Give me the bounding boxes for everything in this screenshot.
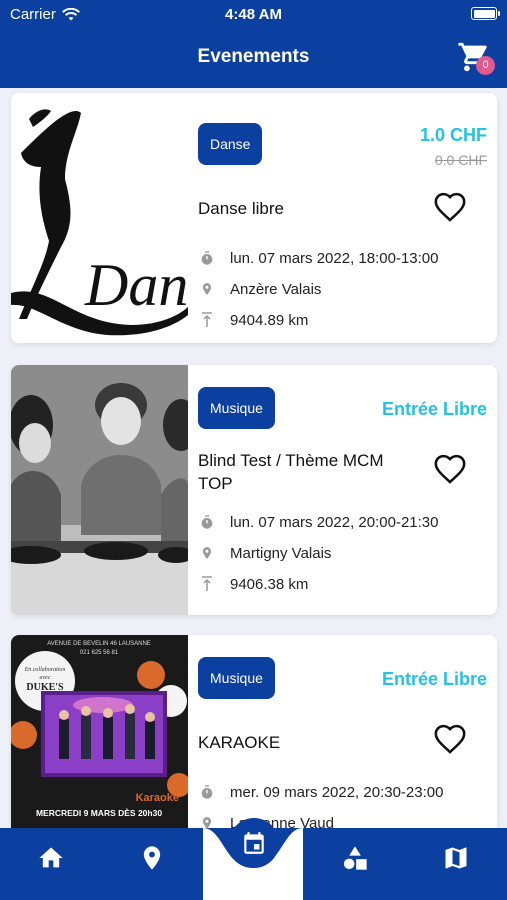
home-icon[interactable] [37, 844, 65, 872]
timer-icon [198, 513, 216, 531]
old-price: 0.0 CHF [434, 152, 487, 168]
event-distance: 9404.89 km [230, 311, 309, 329]
event-distance: 9406.38 km [230, 575, 309, 593]
poster-address: AVENUE DE BEVELIN 46 LAUSANNE [47, 641, 151, 647]
clock: 4:48 AM [225, 6, 282, 23]
status-bar: Carrier 4:48 AM [0, 0, 507, 28]
event-image-karaoke-poster: AVENUE DE BEVELIN 46 LAUSANNE 021 625 56… [11, 635, 191, 828]
location-pin-icon [198, 280, 216, 298]
tab-events-button[interactable] [229, 818, 279, 868]
event-image-text: Dan [84, 252, 188, 318]
event-title: KARAOKE [198, 733, 281, 752]
event-card[interactable]: AVENUE DE BEVELIN 46 LAUSANNE 021 625 56… [11, 635, 497, 828]
category-tag[interactable]: Musique [198, 657, 275, 699]
distance-arrow-icon [198, 575, 216, 593]
event-date: lun. 07 mars 2022, 20:00-21:30 [230, 513, 439, 531]
event-distance-row: 9404.89 km [198, 311, 308, 329]
poster-date: MERCREDI 9 MARS DÈS 20h30 [36, 808, 162, 818]
location-pin-icon [198, 544, 216, 562]
event-card[interactable]: Dan Danse 1.0 CHF 0.0 CHF Danse libre lu… [11, 93, 497, 343]
cart-count-badge: 0 [476, 56, 495, 75]
free-entry-label: Entrée Libre [381, 669, 487, 689]
distance-arrow-icon [198, 311, 216, 329]
cart-button[interactable]: 0 [457, 40, 495, 75]
timer-icon [198, 783, 216, 801]
event-distance-row: 9406.38 km [198, 575, 308, 593]
event-card[interactable]: Musique Entrée Libre Blind Test / Thème … [11, 365, 497, 615]
event-location-row: Martigny Valais [198, 544, 331, 562]
page-title: Evenements [197, 46, 310, 67]
favorite-heart-icon[interactable] [433, 723, 467, 757]
poster-headline: Karaoke [136, 792, 179, 804]
event-date: mer. 09 mars 2022, 20:30-23:00 [230, 783, 444, 801]
event-title: Danse libre [198, 199, 284, 218]
event-date: lun. 07 mars 2022, 18:00-13:00 [230, 249, 439, 267]
price-block: 1.0 CHF 0.0 CHF [420, 125, 487, 168]
map-icon[interactable] [442, 844, 470, 872]
calendar-icon [244, 832, 264, 854]
event-date-row: mer. 09 mars 2022, 20:30-23:00 [198, 783, 443, 801]
price: 1.0 CHF [419, 125, 487, 145]
app-header: Carrier 4:48 AM Evenements 0 [0, 0, 507, 88]
free-entry-label: Entrée Libre [381, 399, 487, 419]
shapes-icon[interactable] [341, 844, 369, 872]
event-date-row: lun. 07 mars 2022, 18:00-13:00 [198, 249, 438, 267]
event-title: Blind Test / Thème MCM TOP [198, 451, 384, 493]
poster-badge-line1: En collaboration [24, 667, 66, 673]
event-image-vintage-djs [11, 365, 199, 615]
poster-phone: 021 625 56 81 [80, 650, 119, 656]
location-pin-icon[interactable] [138, 844, 166, 872]
timer-icon [198, 249, 216, 267]
category-tag[interactable]: Musique [198, 387, 275, 429]
category-tag[interactable]: Danse [198, 123, 263, 165]
event-image-dance: Dan [11, 93, 188, 343]
battery-icon [471, 7, 500, 20]
event-location-row: Anzère Valais [198, 280, 321, 298]
favorite-heart-icon[interactable] [433, 191, 467, 225]
favorite-heart-icon[interactable] [433, 453, 467, 487]
event-location: Martigny Valais [230, 544, 332, 562]
event-location: Anzère Valais [230, 280, 322, 298]
event-date-row: lun. 07 mars 2022, 20:00-21:30 [198, 513, 438, 531]
poster-badge-line2: avec [40, 675, 51, 681]
event-list[interactable]: Dan Danse 1.0 CHF 0.0 CHF Danse libre lu… [0, 88, 507, 828]
